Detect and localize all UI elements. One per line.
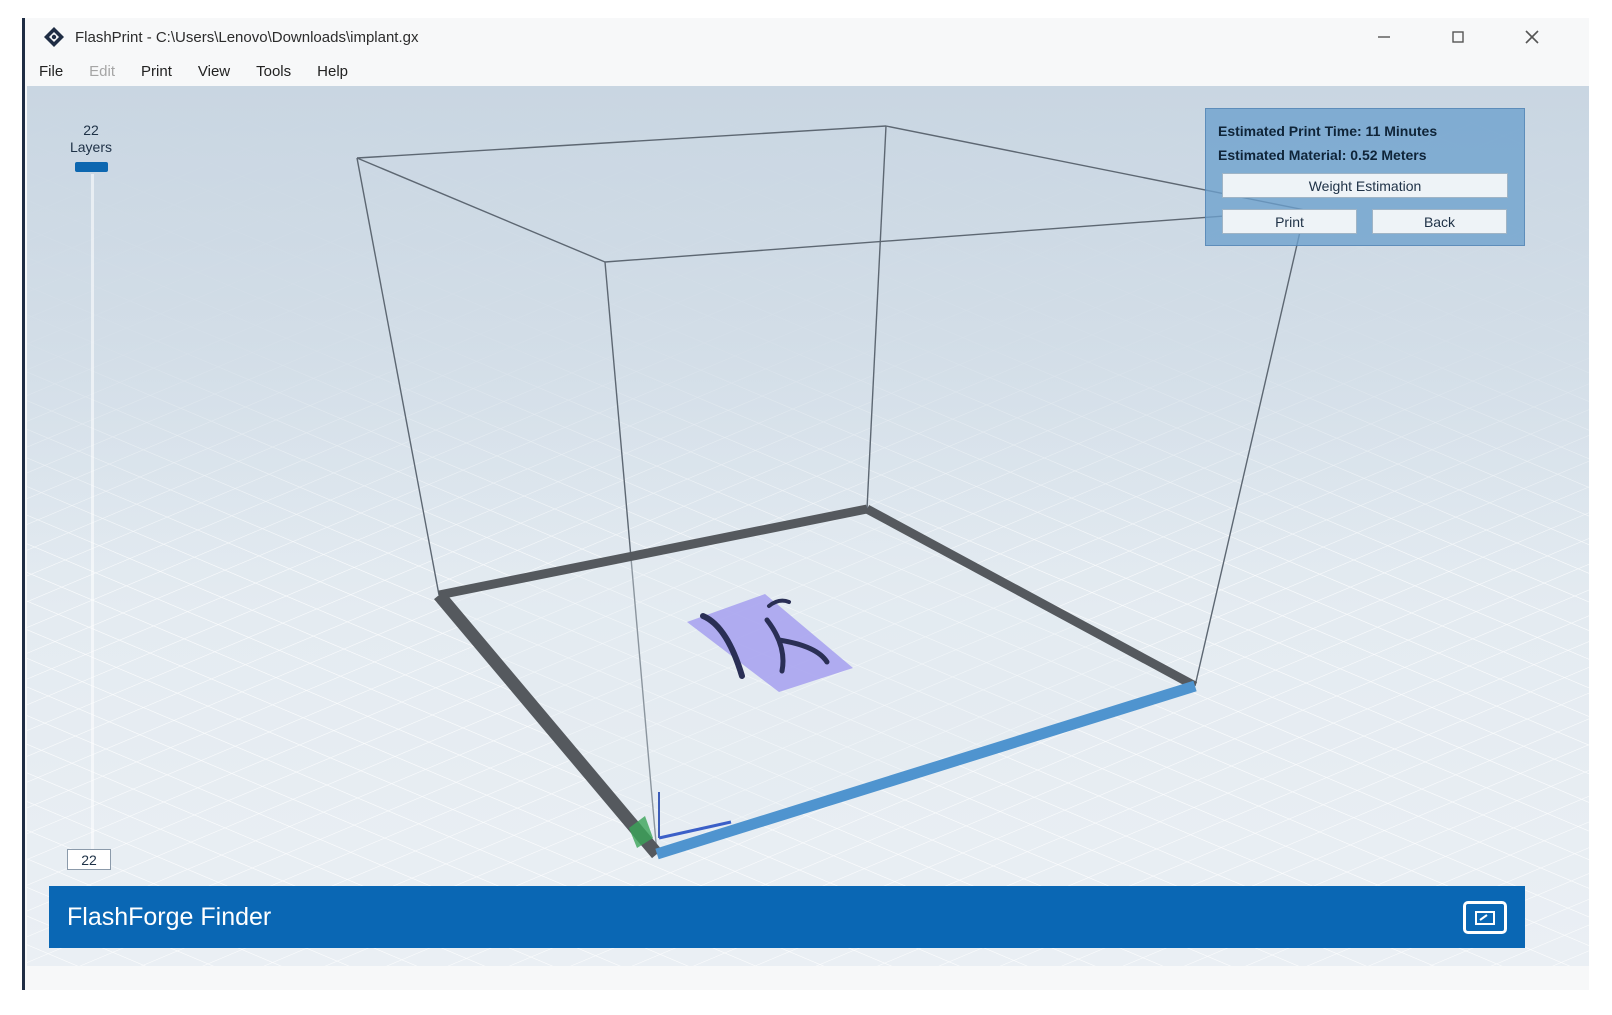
printer-name: FlashForge Finder [67,902,272,931]
layer-slider-track[interactable] [91,174,94,854]
layer-bottom-value[interactable]: 22 [67,849,111,870]
menu-view[interactable]: View [198,63,230,80]
minimize-icon[interactable] [1347,18,1421,56]
title-bar[interactable]: FlashPrint - C:\Users\Lenovo\Downloads\i… [25,18,1589,56]
printer-bar[interactable]: FlashForge Finder [49,886,1525,948]
flashprint-window: FlashPrint - C:\Users\Lenovo\Downloads\i… [22,18,1589,990]
weight-estimation-button[interactable]: Weight Estimation [1222,173,1508,198]
layer-count-label: Layers [69,139,113,155]
estimation-panel: Estimated Print Time: 11 Minutes Estimat… [1205,108,1525,246]
menu-edit[interactable]: Edit [89,63,115,80]
layer-count-top: 22 Layers [67,122,115,156]
window-title: FlashPrint - C:\Users\Lenovo\Downloads\i… [75,28,419,46]
menu-print[interactable]: Print [141,63,172,80]
maximize-icon[interactable] [1421,18,1495,56]
menu-bar: File Edit Print View Tools Help [25,56,1589,86]
close-icon[interactable] [1495,18,1569,56]
estimated-material: Estimated Material: 0.52 Meters [1218,147,1427,163]
print-button[interactable]: Print [1222,209,1357,234]
3d-viewport[interactable]: 22 Layers 22 Estimated Print Time: 11 Mi… [27,86,1589,966]
back-button[interactable]: Back [1372,209,1507,234]
layer-slider-handle[interactable] [75,162,108,172]
menu-file[interactable]: File [39,63,63,80]
layer-count-value: 22 [83,122,99,138]
flashprint-logo-icon [43,26,65,48]
window-controls [1347,18,1569,56]
estimated-print-time: Estimated Print Time: 11 Minutes [1218,123,1438,139]
menu-help[interactable]: Help [317,63,348,80]
window-icon[interactable] [1463,901,1507,934]
menu-tools[interactable]: Tools [256,63,291,80]
